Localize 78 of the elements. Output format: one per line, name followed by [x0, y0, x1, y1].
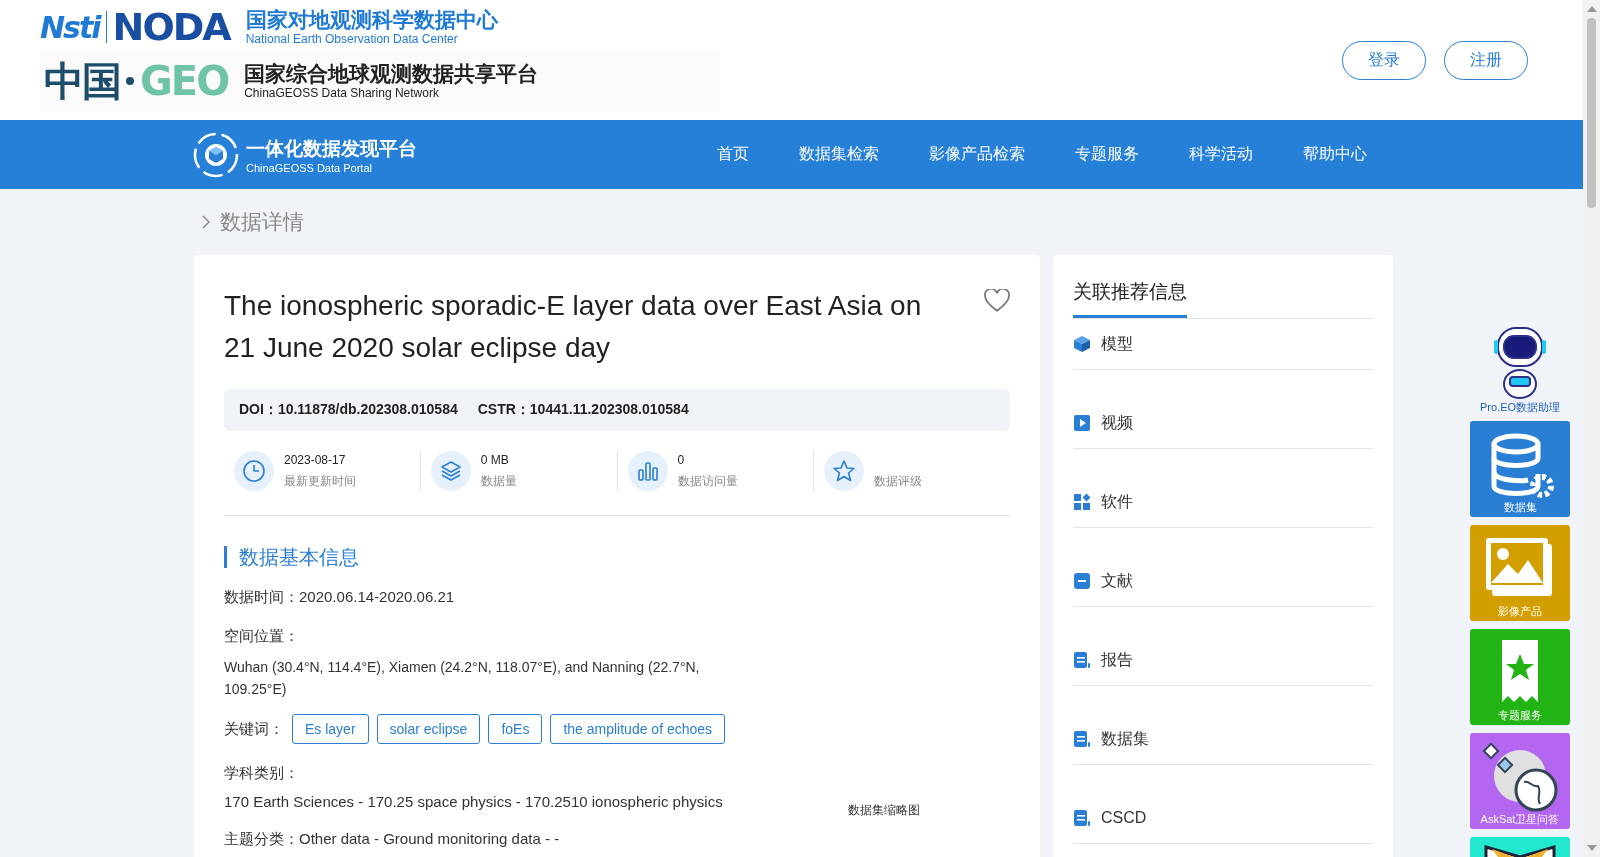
keywords-label: 关键词：: [224, 719, 284, 739]
stat-label: 数据评级: [874, 472, 923, 490]
related-category[interactable]: 模型: [1101, 333, 1133, 355]
tile-label: 专题服务: [1498, 708, 1542, 723]
keyword-tag[interactable]: Es layer: [292, 714, 369, 744]
nsti-logo: Nsti: [40, 9, 100, 45]
scrollbar-thumb[interactable]: [1587, 18, 1596, 208]
dataset-title: The ionospheric sporadic-E layer data over East Asia on 21 June 2020 solar eclipse day: [224, 289, 923, 365]
assistant-label[interactable]: Pro.EO数据助理: [1479, 400, 1561, 415]
scroll-icon: [1073, 730, 1091, 748]
bar-chart-icon: [627, 451, 668, 491]
nav-link[interactable]: 数据集检索: [774, 144, 904, 165]
china-calligraphy-logo: 中国: [44, 55, 120, 106]
tile-label: 数据集: [1503, 500, 1537, 515]
keyword-tag[interactable]: the amplitude of echoes: [550, 714, 726, 744]
play-icon: [1073, 414, 1091, 432]
center-name: 国家对地观测科学数据中心: [245, 8, 498, 32]
document-icon: [1073, 572, 1091, 590]
shortcut-tile[interactable]: 专题服务: [1470, 629, 1570, 725]
related-category[interactable]: 软件: [1101, 491, 1133, 513]
related-category[interactable]: 视频: [1101, 412, 1133, 434]
location-value: Wuhan (30.4°N, 114.4°E), Xiamen (24.2°N, 118.07°E), and Nanning (22.7°N, 109.25°E): [224, 658, 701, 699]
geo-logo: GEO: [140, 58, 229, 104]
gear-cube-icon: [192, 130, 240, 179]
stat-value: 0: [677, 452, 686, 467]
shortcut-tile[interactable]: AskSat卫星问答: [1470, 733, 1570, 829]
stat-label: 数据访问量: [677, 472, 738, 490]
stat-label: 最新更新时间: [284, 472, 356, 490]
portal-subtitle: ChinaGEOSS Data Portal: [246, 161, 373, 174]
nav-link[interactable]: 帮助中心: [1278, 144, 1392, 165]
scroll-icon: [1073, 651, 1091, 669]
noda-logo: NODA: [112, 5, 230, 49]
scroll-icon: [1073, 809, 1091, 827]
subject-value: 170 Earth Sciences - 170.25 space physics - 170.2510 ionospheric physics: [224, 793, 724, 810]
keyword-tag[interactable]: solar eclipse: [376, 714, 481, 744]
panel-title: 关联推荐信息: [1073, 275, 1187, 318]
scroll-down-icon[interactable]: [1586, 845, 1597, 851]
shortcut-tile[interactable]: 数据集: [1470, 421, 1570, 517]
topic-category: 主题分类：Other data - Ground monitoring data - -: [224, 830, 561, 849]
tiles-icon: [1073, 493, 1091, 511]
scrollbar[interactable]: [1583, 0, 1600, 857]
heart-icon[interactable]: [984, 289, 1010, 313]
auth-button[interactable]: 注册: [1444, 40, 1528, 80]
nav-link[interactable]: 专题服务: [1050, 144, 1164, 165]
chevron-icon: [202, 215, 210, 229]
cube-icon: [1073, 335, 1091, 353]
keyword-tag[interactable]: foEs: [488, 714, 543, 744]
platform-name: 国家综合地球观测数据共享平台: [244, 62, 539, 86]
layers-icon: [430, 451, 471, 491]
section-heading: 数据基本信息: [224, 546, 1010, 568]
center-name-english: National Earth Observation Data Center: [245, 32, 459, 46]
tile-label: AskSat卫星问答: [1480, 812, 1560, 827]
stat-label: 数据量: [480, 472, 517, 490]
nav-link[interactable]: 科学活动: [1164, 144, 1278, 165]
stat-value: 2023-08-17: [284, 452, 347, 467]
location-label: 空间位置：: [224, 627, 300, 646]
related-category[interactable]: 文献: [1101, 570, 1133, 592]
thumbnail-caption: 数据集缩略图: [848, 802, 920, 816]
nav-link[interactable]: 首页: [692, 144, 774, 165]
nav-link[interactable]: 影像产品检索: [904, 144, 1050, 165]
subject-label: 学科类别：: [224, 764, 300, 783]
portal-title: 一体化数据发现平台: [246, 136, 417, 161]
stat-value: 0 MB: [480, 452, 510, 467]
related-category[interactable]: 报告: [1101, 649, 1133, 671]
related-category[interactable]: 数据集: [1101, 728, 1149, 750]
clock-icon: [234, 451, 274, 491]
data-time: 数据时间：2020.06.14-2020.06.21: [224, 588, 456, 607]
satellite-globe-icon: [1480, 742, 1560, 812]
dot-icon: [126, 77, 134, 85]
auth-button[interactable]: 登录: [1342, 40, 1426, 80]
shortcut-tile[interactable]: 影像产品: [1470, 525, 1570, 621]
tile-label: 影像产品: [1498, 604, 1542, 619]
breadcrumb: 数据详情: [220, 209, 304, 235]
identifier-text: DOI：10.11878/db.202308.010584: [239, 401, 458, 419]
identifier-text: CSTR：10441.11.202308.010584: [477, 401, 689, 419]
scroll-up-icon[interactable]: [1586, 6, 1597, 12]
platform-name-english: ChinaGEOSS Data Sharing Network: [244, 86, 440, 100]
related-category[interactable]: CSCD: [1101, 809, 1147, 827]
